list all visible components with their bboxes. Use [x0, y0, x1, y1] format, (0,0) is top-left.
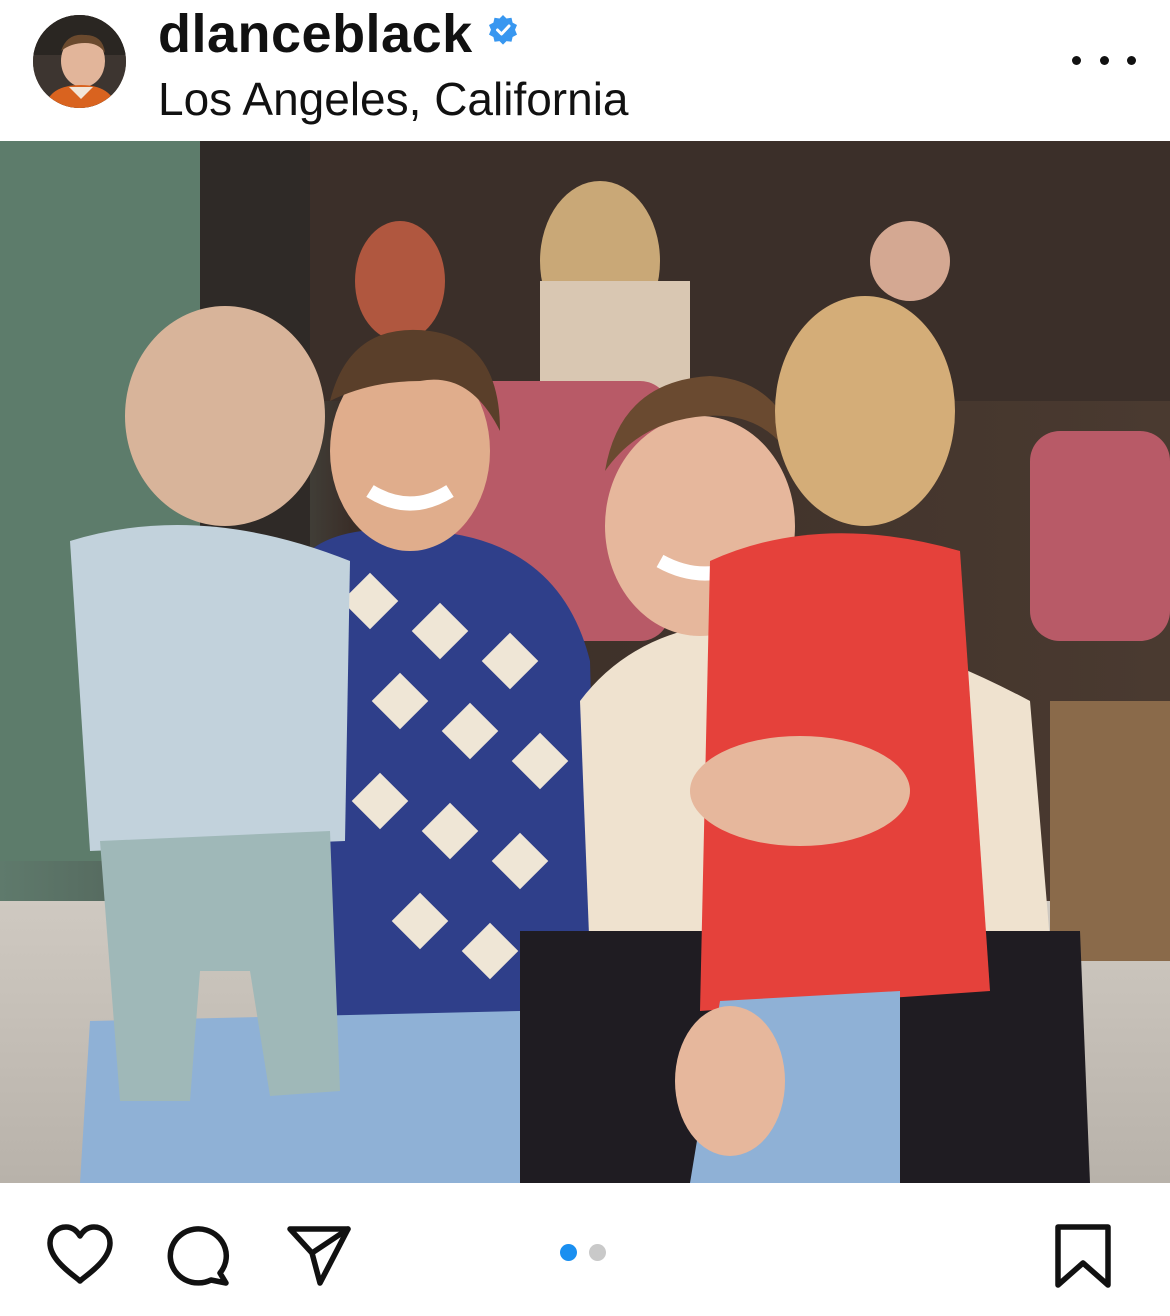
heart-icon: [47, 1224, 113, 1284]
carousel-indicator: [560, 1244, 606, 1261]
send-icon: [287, 1226, 351, 1286]
more-horizontal-icon-dot: [1127, 55, 1136, 65]
share-button[interactable]: [284, 1223, 354, 1287]
post-photo-illustration: [0, 141, 1170, 1183]
username-row: dlanceblack: [158, 4, 519, 64]
bookmark-icon: [1055, 1224, 1111, 1288]
post-location[interactable]: Los Angeles, California: [158, 74, 629, 125]
instagram-post: dlanceblack Los Angeles, California: [0, 0, 1170, 1316]
save-button[interactable]: [1052, 1223, 1114, 1289]
more-horizontal-icon: [1072, 55, 1081, 65]
carousel-dot-active: [560, 1244, 577, 1261]
more-options-button[interactable]: [1072, 40, 1136, 80]
post-action-bar: [0, 1183, 1170, 1316]
comment-button[interactable]: [164, 1223, 232, 1287]
like-button[interactable]: [45, 1223, 115, 1287]
more-horizontal-icon-dot: [1099, 55, 1109, 65]
verified-badge-icon: [487, 14, 519, 46]
avatar-image: [33, 15, 126, 108]
carousel-dot: [589, 1244, 606, 1261]
avatar[interactable]: [33, 15, 126, 108]
post-photo[interactable]: [0, 141, 1170, 1183]
username[interactable]: dlanceblack: [158, 7, 473, 61]
post-header: dlanceblack Los Angeles, California: [0, 0, 1170, 140]
comment-icon: [167, 1226, 229, 1286]
